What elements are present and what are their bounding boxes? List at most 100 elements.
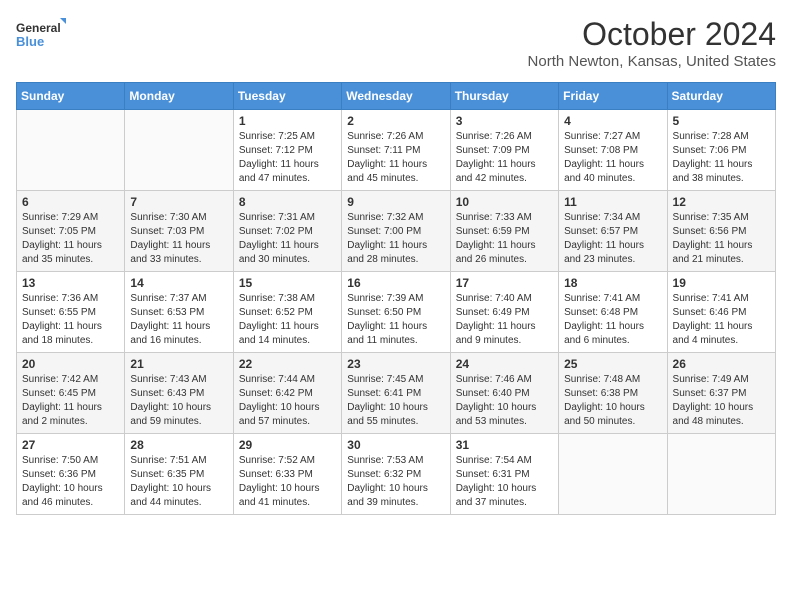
table-cell: 11 Sunrise: 7:34 AM Sunset: 6:57 PM Dayl… <box>559 191 667 272</box>
day-number: 4 <box>564 114 661 128</box>
daylight-text: Daylight: 10 hours and 55 minutes. <box>347 402 428 427</box>
sunset-text: Sunset: 6:32 PM <box>347 469 421 480</box>
header-thursday: Thursday <box>450 83 558 110</box>
sunrise-text: Sunrise: 7:30 AM <box>130 212 206 223</box>
sunrise-text: Sunrise: 7:36 AM <box>22 293 98 304</box>
table-cell: 30 Sunrise: 7:53 AM Sunset: 6:32 PM Dayl… <box>342 434 450 515</box>
sunrise-text: Sunrise: 7:26 AM <box>347 131 423 142</box>
day-info: Sunrise: 7:41 AM Sunset: 6:46 PM Dayligh… <box>673 292 770 348</box>
table-cell: 28 Sunrise: 7:51 AM Sunset: 6:35 PM Dayl… <box>125 434 233 515</box>
day-info: Sunrise: 7:45 AM Sunset: 6:41 PM Dayligh… <box>347 373 444 429</box>
header-tuesday: Tuesday <box>233 83 341 110</box>
week-row-2: 6 Sunrise: 7:29 AM Sunset: 7:05 PM Dayli… <box>17 191 776 272</box>
daylight-text: Daylight: 10 hours and 44 minutes. <box>130 483 211 508</box>
page-header: General Blue October 2024 North Newton, … <box>16 16 776 70</box>
table-cell: 23 Sunrise: 7:45 AM Sunset: 6:41 PM Dayl… <box>342 353 450 434</box>
sunset-text: Sunset: 7:12 PM <box>239 145 313 156</box>
sunrise-text: Sunrise: 7:39 AM <box>347 293 423 304</box>
table-cell: 31 Sunrise: 7:54 AM Sunset: 6:31 PM Dayl… <box>450 434 558 515</box>
sunset-text: Sunset: 6:49 PM <box>456 307 530 318</box>
day-info: Sunrise: 7:44 AM Sunset: 6:42 PM Dayligh… <box>239 373 336 429</box>
day-number: 12 <box>673 195 770 209</box>
sunset-text: Sunset: 6:52 PM <box>239 307 313 318</box>
sunset-text: Sunset: 7:02 PM <box>239 226 313 237</box>
day-info: Sunrise: 7:39 AM Sunset: 6:50 PM Dayligh… <box>347 292 444 348</box>
day-number: 15 <box>239 276 336 290</box>
sunrise-text: Sunrise: 7:54 AM <box>456 455 532 466</box>
sunset-text: Sunset: 6:33 PM <box>239 469 313 480</box>
day-number: 6 <box>22 195 119 209</box>
day-number: 23 <box>347 357 444 371</box>
day-number: 28 <box>130 438 227 452</box>
day-number: 26 <box>673 357 770 371</box>
sunrise-text: Sunrise: 7:41 AM <box>673 293 749 304</box>
table-cell: 27 Sunrise: 7:50 AM Sunset: 6:36 PM Dayl… <box>17 434 125 515</box>
day-number: 21 <box>130 357 227 371</box>
sunrise-text: Sunrise: 7:40 AM <box>456 293 532 304</box>
table-cell: 24 Sunrise: 7:46 AM Sunset: 6:40 PM Dayl… <box>450 353 558 434</box>
daylight-text: Daylight: 11 hours and 26 minutes. <box>456 240 536 265</box>
header-sunday: Sunday <box>17 83 125 110</box>
daylight-text: Daylight: 11 hours and 4 minutes. <box>673 321 753 346</box>
daylight-text: Daylight: 11 hours and 42 minutes. <box>456 159 536 184</box>
daylight-text: Daylight: 11 hours and 45 minutes. <box>347 159 427 184</box>
sunrise-text: Sunrise: 7:45 AM <box>347 374 423 385</box>
week-row-3: 13 Sunrise: 7:36 AM Sunset: 6:55 PM Dayl… <box>17 272 776 353</box>
sunrise-text: Sunrise: 7:25 AM <box>239 131 315 142</box>
day-number: 22 <box>239 357 336 371</box>
table-cell: 5 Sunrise: 7:28 AM Sunset: 7:06 PM Dayli… <box>667 110 775 191</box>
daylight-text: Daylight: 10 hours and 53 minutes. <box>456 402 537 427</box>
daylight-text: Daylight: 11 hours and 9 minutes. <box>456 321 536 346</box>
week-row-5: 27 Sunrise: 7:50 AM Sunset: 6:36 PM Dayl… <box>17 434 776 515</box>
day-number: 30 <box>347 438 444 452</box>
sunset-text: Sunset: 7:09 PM <box>456 145 530 156</box>
table-cell: 17 Sunrise: 7:40 AM Sunset: 6:49 PM Dayl… <box>450 272 558 353</box>
daylight-text: Daylight: 11 hours and 28 minutes. <box>347 240 427 265</box>
daylight-text: Daylight: 11 hours and 18 minutes. <box>22 321 102 346</box>
sunrise-text: Sunrise: 7:46 AM <box>456 374 532 385</box>
daylight-text: Daylight: 10 hours and 50 minutes. <box>564 402 645 427</box>
table-cell: 29 Sunrise: 7:52 AM Sunset: 6:33 PM Dayl… <box>233 434 341 515</box>
location-title: North Newton, Kansas, United States <box>528 53 776 70</box>
daylight-text: Daylight: 10 hours and 37 minutes. <box>456 483 537 508</box>
calendar-table: SundayMondayTuesdayWednesdayThursdayFrid… <box>16 82 776 515</box>
day-info: Sunrise: 7:40 AM Sunset: 6:49 PM Dayligh… <box>456 292 553 348</box>
sunset-text: Sunset: 6:40 PM <box>456 388 530 399</box>
table-cell: 4 Sunrise: 7:27 AM Sunset: 7:08 PM Dayli… <box>559 110 667 191</box>
daylight-text: Daylight: 10 hours and 59 minutes. <box>130 402 211 427</box>
daylight-text: Daylight: 11 hours and 38 minutes. <box>673 159 753 184</box>
table-cell: 7 Sunrise: 7:30 AM Sunset: 7:03 PM Dayli… <box>125 191 233 272</box>
table-cell: 18 Sunrise: 7:41 AM Sunset: 6:48 PM Dayl… <box>559 272 667 353</box>
day-number: 19 <box>673 276 770 290</box>
sunrise-text: Sunrise: 7:49 AM <box>673 374 749 385</box>
month-title: October 2024 <box>528 16 776 53</box>
daylight-text: Daylight: 11 hours and 11 minutes. <box>347 321 427 346</box>
table-cell: 6 Sunrise: 7:29 AM Sunset: 7:05 PM Dayli… <box>17 191 125 272</box>
day-info: Sunrise: 7:42 AM Sunset: 6:45 PM Dayligh… <box>22 373 119 429</box>
sunrise-text: Sunrise: 7:42 AM <box>22 374 98 385</box>
day-number: 25 <box>564 357 661 371</box>
daylight-text: Daylight: 11 hours and 47 minutes. <box>239 159 319 184</box>
sunset-text: Sunset: 6:41 PM <box>347 388 421 399</box>
daylight-text: Daylight: 10 hours and 48 minutes. <box>673 402 754 427</box>
sunset-text: Sunset: 7:08 PM <box>564 145 638 156</box>
day-number: 7 <box>130 195 227 209</box>
day-info: Sunrise: 7:51 AM Sunset: 6:35 PM Dayligh… <box>130 454 227 510</box>
table-cell: 16 Sunrise: 7:39 AM Sunset: 6:50 PM Dayl… <box>342 272 450 353</box>
week-row-4: 20 Sunrise: 7:42 AM Sunset: 6:45 PM Dayl… <box>17 353 776 434</box>
sunrise-text: Sunrise: 7:33 AM <box>456 212 532 223</box>
daylight-text: Daylight: 10 hours and 46 minutes. <box>22 483 103 508</box>
sunrise-text: Sunrise: 7:31 AM <box>239 212 315 223</box>
day-info: Sunrise: 7:43 AM Sunset: 6:43 PM Dayligh… <box>130 373 227 429</box>
day-info: Sunrise: 7:46 AM Sunset: 6:40 PM Dayligh… <box>456 373 553 429</box>
sunrise-text: Sunrise: 7:53 AM <box>347 455 423 466</box>
daylight-text: Daylight: 11 hours and 14 minutes. <box>239 321 319 346</box>
sunrise-text: Sunrise: 7:51 AM <box>130 455 206 466</box>
sunrise-text: Sunrise: 7:52 AM <box>239 455 315 466</box>
day-info: Sunrise: 7:49 AM Sunset: 6:37 PM Dayligh… <box>673 373 770 429</box>
day-info: Sunrise: 7:50 AM Sunset: 6:36 PM Dayligh… <box>22 454 119 510</box>
calendar-header-row: SundayMondayTuesdayWednesdayThursdayFrid… <box>17 83 776 110</box>
header-saturday: Saturday <box>667 83 775 110</box>
day-number: 13 <box>22 276 119 290</box>
day-info: Sunrise: 7:31 AM Sunset: 7:02 PM Dayligh… <box>239 211 336 267</box>
